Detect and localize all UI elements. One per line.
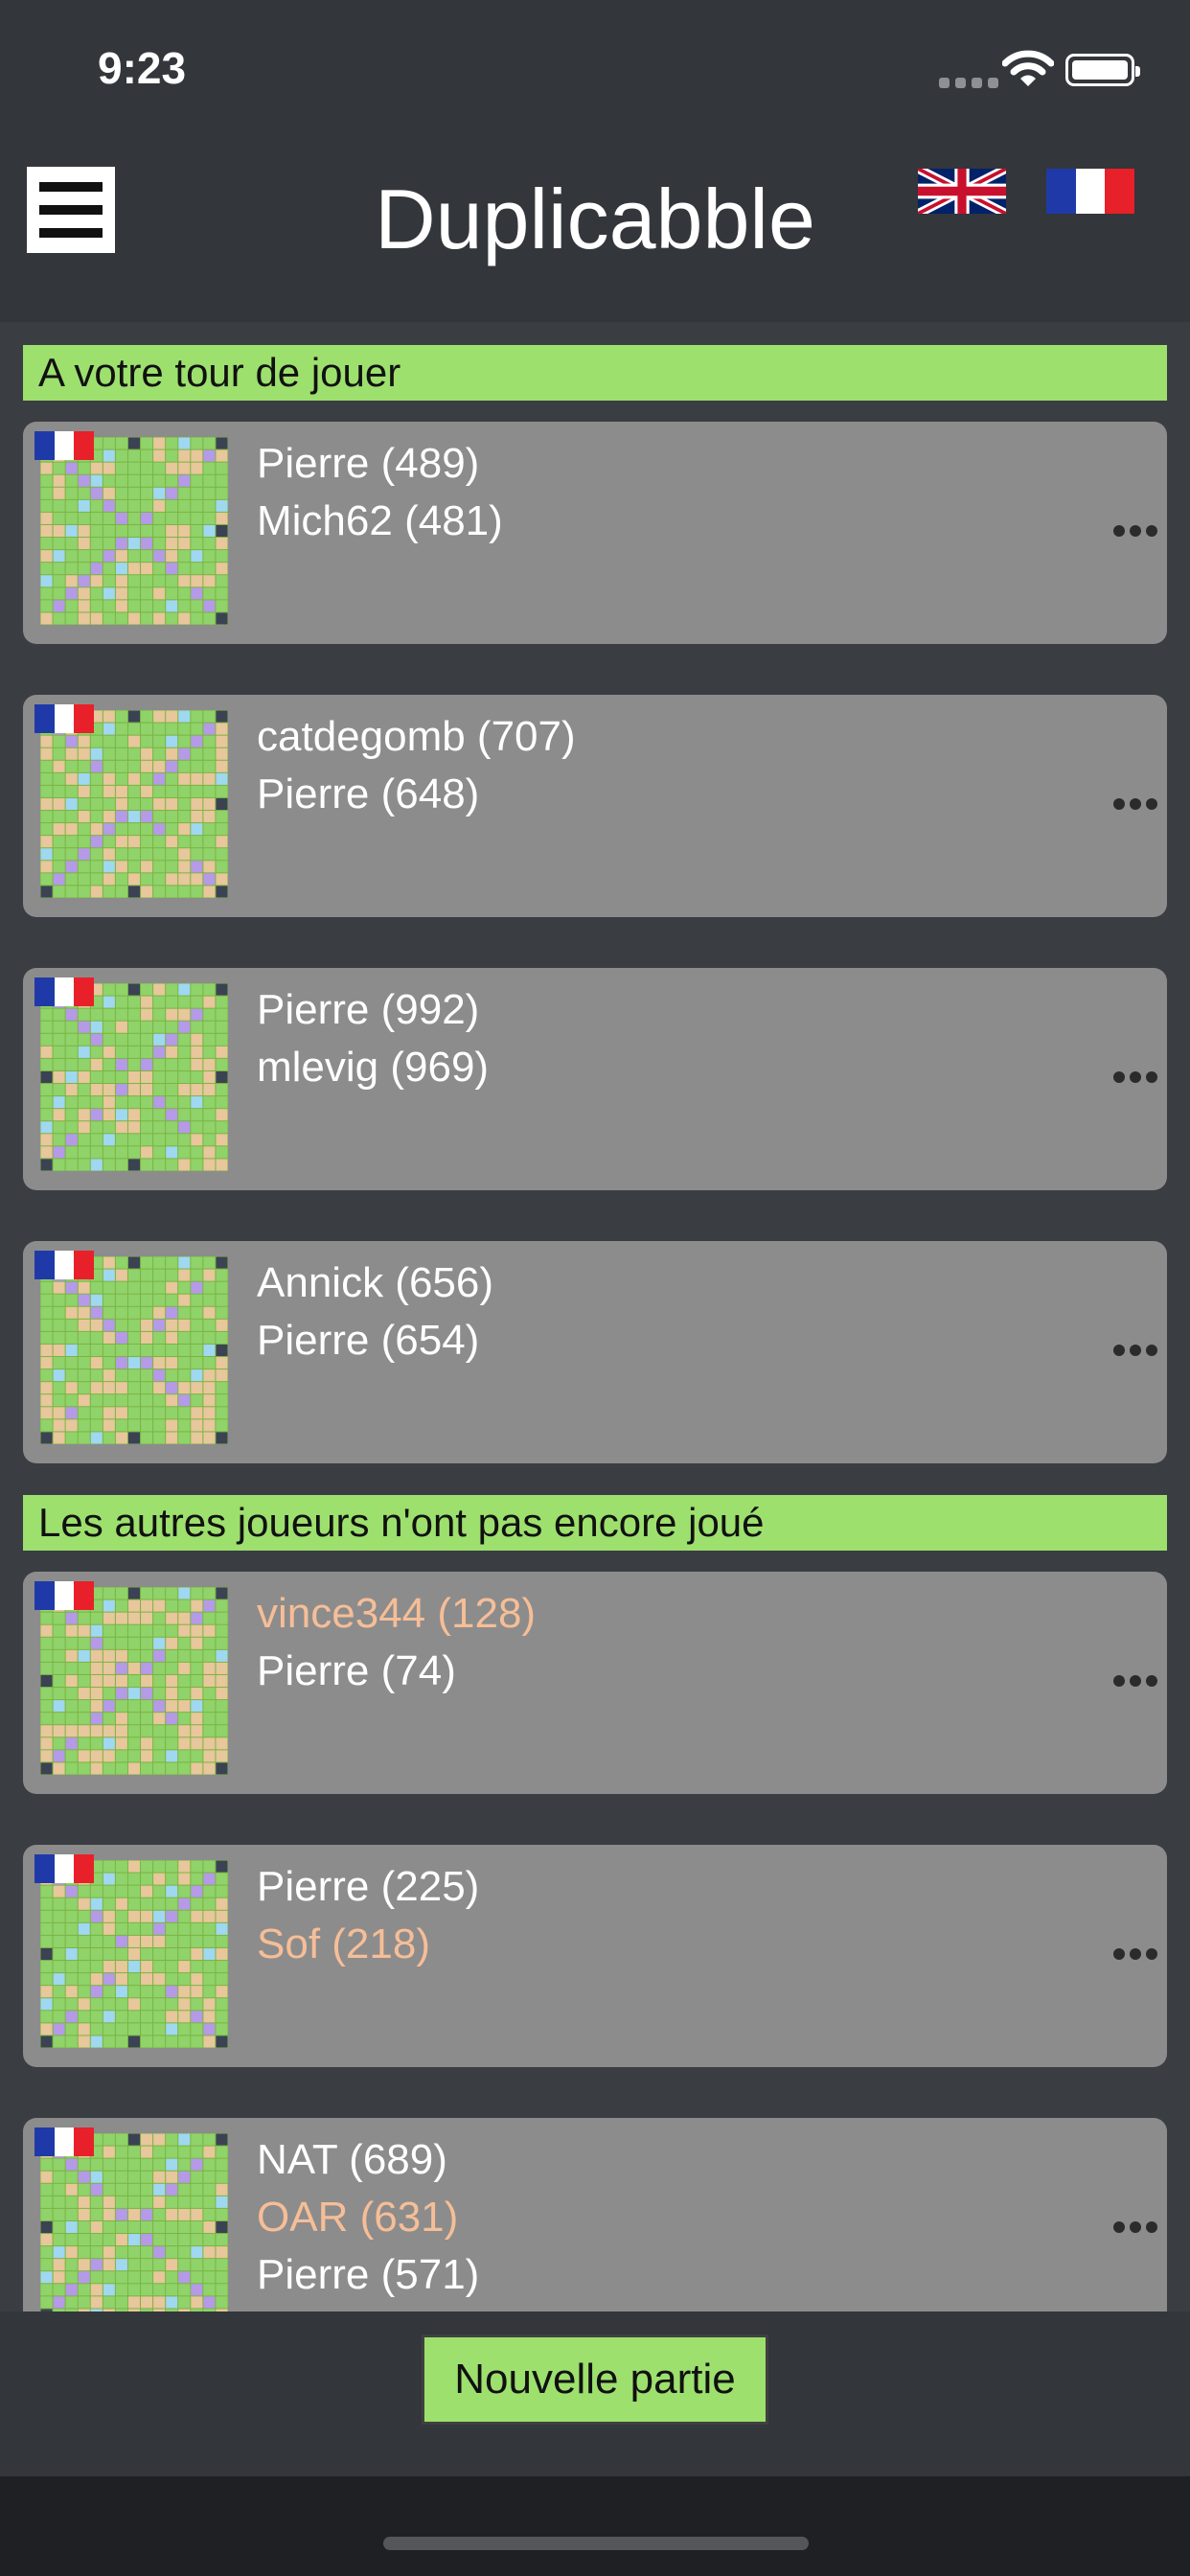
- french-flag-icon: [34, 978, 95, 1006]
- french-flag-icon: [34, 704, 95, 733]
- status-time: 9:23: [98, 43, 187, 93]
- game-card[interactable]: Pierre (225) Sof (218): [23, 1845, 1167, 2067]
- player-score: mlevig (969): [257, 1044, 490, 1091]
- player-score: vince344 (128): [257, 1590, 537, 1637]
- status-bar: 9:23: [0, 0, 1190, 144]
- player-score: Pierre (648): [257, 770, 480, 817]
- cellular-signal-icon: [939, 78, 998, 88]
- french-flag-icon: [34, 431, 95, 460]
- player-list: Pierre (992) mlevig (969): [257, 981, 489, 1096]
- french-flag-icon: [34, 1581, 95, 1610]
- french-flag-icon: [34, 2128, 95, 2156]
- player-score: Pierre (992): [257, 986, 480, 1033]
- section-header: A votre tour de jouer: [23, 345, 1167, 401]
- board-thumbnail: [40, 710, 228, 898]
- app-title: Duplicabble: [375, 172, 815, 266]
- more-options-icon[interactable]: [1113, 525, 1157, 537]
- board-thumbnail: [40, 983, 228, 1171]
- more-options-icon[interactable]: [1113, 798, 1157, 810]
- section-header: Les autres joueurs n'ont pas encore joué: [23, 1495, 1167, 1551]
- game-card[interactable]: Pierre (992) mlevig (969): [23, 968, 1167, 1190]
- more-options-icon[interactable]: [1113, 1071, 1157, 1083]
- player-score: OAR (631): [257, 2194, 459, 2241]
- player-score: Pierre (489): [257, 440, 480, 487]
- more-options-icon[interactable]: [1113, 1948, 1157, 1960]
- game-card[interactable]: Annick (656) Pierre (654): [23, 1241, 1167, 1463]
- french-flag-icon: [34, 1854, 95, 1883]
- bottom-bar: [0, 2476, 1190, 2576]
- player-list: catdegomb (707) Pierre (648): [257, 708, 576, 823]
- player-list: Annick (656) Pierre (654): [257, 1254, 493, 1369]
- home-indicator: [383, 2537, 809, 2550]
- game-card[interactable]: vince344 (128) Pierre (74): [23, 1572, 1167, 1794]
- board-thumbnail: [40, 1587, 228, 1775]
- game-card[interactable]: NAT (689) OAR (631) Pierre (571): [23, 2118, 1167, 2312]
- uk-flag-icon[interactable]: [918, 169, 1006, 214]
- board-thumbnail: [40, 1256, 228, 1444]
- player-score: Pierre (654): [257, 1317, 480, 1364]
- french-flag-icon: [34, 1251, 95, 1279]
- wifi-icon: [1002, 50, 1054, 86]
- player-list: Pierre (225) Sof (218): [257, 1858, 479, 1973]
- new-game-button[interactable]: Nouvelle partie: [422, 2334, 768, 2425]
- player-score: Annick (656): [257, 1259, 494, 1306]
- more-options-icon[interactable]: [1113, 2221, 1157, 2233]
- game-card[interactable]: Pierre (489) Mich62 (481): [23, 422, 1167, 644]
- more-options-icon[interactable]: [1113, 1345, 1157, 1356]
- player-score: Pierre (225): [257, 1863, 480, 1910]
- player-score: Pierre (571): [257, 2251, 480, 2298]
- more-options-icon[interactable]: [1113, 1675, 1157, 1687]
- player-score: NAT (689): [257, 2136, 447, 2183]
- player-list: NAT (689) OAR (631) Pierre (571): [257, 2131, 479, 2304]
- games-list[interactable]: A votre tour de jouer Pierre (489) Mich62 …: [0, 322, 1190, 2312]
- player-score: Pierre (74): [257, 1647, 456, 1694]
- player-list: Pierre (489) Mich62 (481): [257, 435, 503, 550]
- player-score: Mich62 (481): [257, 497, 503, 544]
- player-score: Sof (218): [257, 1920, 430, 1967]
- game-card[interactable]: catdegomb (707) Pierre (648): [23, 695, 1167, 917]
- player-list: vince344 (128) Pierre (74): [257, 1585, 536, 1700]
- board-thumbnail: [40, 437, 228, 625]
- board-thumbnail: [40, 2133, 228, 2312]
- battery-icon: [1065, 54, 1140, 86]
- french-flag-icon[interactable]: [1046, 169, 1135, 214]
- player-score: catdegomb (707): [257, 713, 576, 760]
- board-thumbnail: [40, 1860, 228, 2048]
